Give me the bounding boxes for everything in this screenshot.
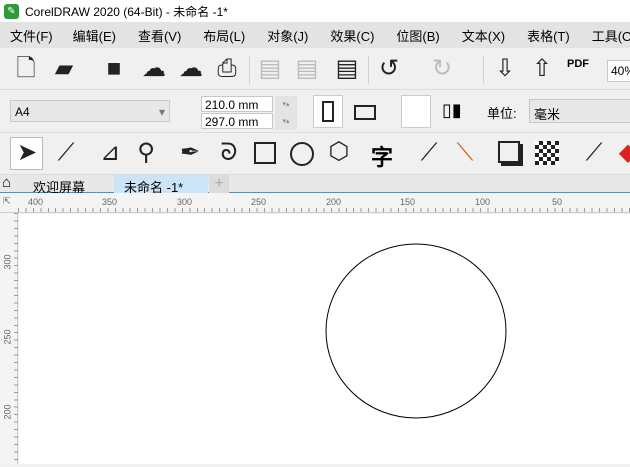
polygon-tool-icon[interactable]: ⬡ xyxy=(325,138,353,166)
cloud-download-icon[interactable]: ☁ xyxy=(140,55,168,83)
pen-tool-icon[interactable]: ✒ xyxy=(176,139,204,167)
document-tabs: ⌂ 欢迎屏幕 未命名 -1* + xyxy=(0,174,630,195)
ruler-label: 250 xyxy=(251,197,267,207)
eyedropper-icon[interactable]: ⟋ xyxy=(580,139,608,167)
page-size-value: A4 xyxy=(15,105,30,119)
standard-toolbar: 🗋 ▰ ■ ☁ ☁ ⎙ ▤ ▤ ▤ ↺ ↻ ⇩ ⇧ PDF 40% xyxy=(0,48,630,90)
menu-effects[interactable]: 效果(C) xyxy=(330,26,374,45)
units-select[interactable]: 毫米 xyxy=(529,99,630,123)
print-icon[interactable]: ⎙ xyxy=(213,55,241,83)
rectangle-tool-icon[interactable] xyxy=(254,142,276,164)
ellipse-tool-icon[interactable] xyxy=(290,142,314,166)
export-icon[interactable]: ⇧ xyxy=(528,55,556,83)
new-document-icon[interactable]: 🗋 xyxy=(12,55,40,83)
ruler-label: 400 xyxy=(28,197,44,207)
tab-untitled-1[interactable]: 未命名 -1* xyxy=(114,175,208,195)
zoom-level-field[interactable]: 40% xyxy=(607,60,630,82)
horizontal-ruler: ⇱ 400 350 300 250 200 150 100 50 xyxy=(0,193,630,213)
ruler-label: 250 xyxy=(2,329,13,345)
menu-edit[interactable]: 编辑(E) xyxy=(73,26,116,45)
menu-object[interactable]: 对象(J) xyxy=(267,26,308,45)
cut-icon[interactable]: ▤ xyxy=(256,55,284,83)
window-title: CorelDRAW 2020 (64-Bit) - 未命名 -1* xyxy=(25,4,228,19)
paste-icon[interactable]: ▤ xyxy=(333,55,361,83)
property-bar: A4 ▾ 210.0 mm 297.0 mm ▾▴ ▾▴ ▯▮ 单位: 毫米 xyxy=(0,90,630,133)
menu-bitmap[interactable]: 位图(B) xyxy=(396,26,439,45)
shape-tool-icon[interactable]: ⟋ xyxy=(52,139,80,167)
page-size-select[interactable]: A4 ▾ xyxy=(10,100,170,122)
zoom-tool-icon[interactable]: ⚲ xyxy=(132,139,160,167)
current-page-button[interactable]: ▯▮ xyxy=(442,100,468,124)
open-folder-icon[interactable]: ▰ xyxy=(50,55,78,83)
drawing-canvas[interactable] xyxy=(19,214,630,464)
pick-tool[interactable]: ➤ xyxy=(10,137,43,170)
ellipse-shape[interactable] xyxy=(325,243,507,419)
ruler-origin-icon[interactable]: ⇱ xyxy=(3,196,11,207)
title-bar: ✎ CorelDRAW 2020 (64-Bit) - 未命名 -1* xyxy=(0,0,630,22)
vertical-ruler: 300 250 200 xyxy=(0,213,18,464)
ruler-label: 100 xyxy=(475,197,491,207)
redo-icon[interactable]: ↻ xyxy=(428,55,456,83)
menu-tools[interactable]: 工具(O) xyxy=(592,26,630,45)
dimension-tool-icon[interactable]: ⟋ xyxy=(415,139,443,167)
ruler-label: 350 xyxy=(102,197,118,207)
page-height-field[interactable]: 297.0 mm xyxy=(201,113,273,129)
fill-tool-icon[interactable]: ◆ xyxy=(614,139,630,167)
menu-layout[interactable]: 布局(L) xyxy=(203,26,245,45)
ruler-label: 300 xyxy=(2,254,13,270)
coreldraw-logo-icon: ✎ xyxy=(4,3,19,19)
artistic-media-icon[interactable]: ᘐ xyxy=(215,139,243,167)
units-label: 单位: xyxy=(487,106,517,121)
ruler-label: 150 xyxy=(400,197,416,207)
toolbox: ➤ ⟋ ⊿ ⚲ ✒ ᘐ ⬡ 字 ⟋ ⟍ ⟋ ◆ xyxy=(0,133,630,175)
ruler-label: 50 xyxy=(552,197,563,207)
canvas-svg xyxy=(325,243,507,419)
copy-icon[interactable]: ▤ xyxy=(293,55,321,83)
ruler-label: 200 xyxy=(326,197,342,207)
transparency-icon[interactable] xyxy=(535,141,559,165)
save-icon[interactable]: ■ xyxy=(100,55,128,83)
menu-table[interactable]: 表格(T) xyxy=(527,26,570,45)
crop-tool-icon[interactable]: ⊿ xyxy=(96,139,124,167)
menu-file[interactable]: 文件(F) xyxy=(10,26,53,45)
drop-shadow-icon[interactable] xyxy=(498,141,520,163)
import-icon[interactable]: ⇩ xyxy=(491,55,519,83)
home-icon[interactable]: ⌂ xyxy=(2,174,11,191)
connector-tool-icon[interactable]: ⟍ xyxy=(451,139,479,167)
menu-bar: 文件(F) 编辑(E) 查看(V) 布局(L) 对象(J) 效果(C) 位图(B… xyxy=(0,22,630,48)
arrow-pointer-icon: ➤ xyxy=(16,139,38,166)
ruler-label: 300 xyxy=(177,197,193,207)
undo-icon[interactable]: ↺ xyxy=(375,55,403,83)
units-value: 毫米 xyxy=(534,107,561,122)
page-width-field[interactable]: 210.0 mm xyxy=(201,96,273,112)
menu-text[interactable]: 文本(X) xyxy=(462,26,505,45)
all-pages-button[interactable] xyxy=(401,95,431,128)
text-tool-icon[interactable]: 字 xyxy=(371,140,393,172)
size-spinners[interactable]: ▾▴ ▾▴ xyxy=(275,96,297,130)
publish-pdf-button[interactable]: PDF xyxy=(567,58,589,70)
add-tab-button[interactable]: + xyxy=(209,175,229,193)
ruler-label: 200 xyxy=(2,404,13,420)
portrait-button[interactable] xyxy=(313,95,343,128)
landscape-button[interactable] xyxy=(354,105,376,120)
menu-view[interactable]: 查看(V) xyxy=(138,26,181,45)
cloud-upload-icon[interactable]: ☁ xyxy=(177,55,205,83)
